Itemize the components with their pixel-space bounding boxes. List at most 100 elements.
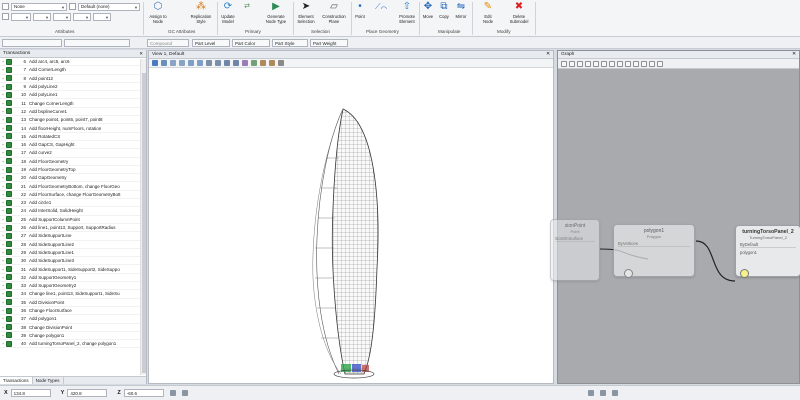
line-style-combo[interactable]: ▼ [33,12,51,21]
active-view-combo[interactable] [64,39,130,47]
transaction-row[interactable]: +10 Add polyLine1 [0,91,146,100]
settings-icon[interactable] [611,390,618,396]
assign-to-node-button[interactable]: ⬡ Assign to Node [147,1,169,24]
transaction-row[interactable]: +30 Add SideSupportLine3 [0,257,146,266]
transaction-row[interactable]: +36 Change FloorSurface [0,307,146,316]
zoom-in-icon[interactable] [170,60,176,66]
camera-icon[interactable] [251,60,257,66]
y-value-field[interactable]: 420.8 [67,389,108,397]
transaction-row[interactable]: +6 Add arc4, arc5, arc6 [0,58,146,67]
transaction-row[interactable]: +19 Add FloorGeometryTop [0,166,146,175]
small-tools-button[interactable]: ⇄ [240,1,254,14]
close-icon[interactable]: ✕ [792,52,796,57]
view-next-icon[interactable] [233,60,239,66]
checkbox[interactable] [6,282,12,289]
checkbox[interactable] [6,207,12,214]
checkbox[interactable] [6,116,12,123]
transaction-row[interactable]: +9 Add polyLine2 [0,83,146,92]
edit-node-button[interactable]: ✎ Edit Node [480,1,496,24]
view-previous-icon[interactable] [224,60,230,66]
window-area-icon[interactable] [188,60,194,66]
element-selection-button[interactable]: ➤ Element Selection [295,1,317,24]
mirror-button[interactable]: ⇋ Mirror [453,1,469,19]
line-weight-combo[interactable]: ▼ [53,12,71,21]
output-port-icon[interactable] [624,269,633,278]
transaction-row[interactable]: +8 Add point12 [0,75,146,83]
checkbox[interactable] [6,340,12,347]
copy-button[interactable]: ⧉ Copy [437,1,451,19]
pan-view-icon[interactable] [215,60,221,66]
transaction-row[interactable]: +20 Add GapGeometry [0,174,146,183]
clip-mask-icon[interactable] [269,60,275,66]
transaction-row[interactable]: +24 Add InterSolid, SolidHeight [0,207,146,216]
promote-element-button[interactable]: ⇧ Promote Element [395,1,419,24]
delete-submodel-button[interactable]: ✖ Delete Submodel [505,1,533,24]
transaction-row[interactable]: +23 Add circle1 [0,199,146,208]
checkbox[interactable] [6,266,12,273]
close-icon[interactable]: ✕ [139,51,143,57]
checkbox[interactable] [6,83,12,90]
script-icon[interactable] [657,60,663,67]
checkbox[interactable] [6,166,12,173]
transaction-row[interactable]: +11 Change CornerLength [0,99,146,108]
transaction-row[interactable]: +12 Add bsplineCurve1 [0,108,146,117]
checkbox[interactable] [6,324,12,331]
tab-node-types[interactable]: Node Types [33,377,64,384]
select-tool-icon[interactable] [561,60,567,67]
part-color-combo[interactable]: Part Color [232,39,270,47]
checkbox[interactable] [6,290,12,297]
transaction-row[interactable]: +16 Add GapCS, GapHight [0,141,146,150]
checkbox[interactable] [6,307,12,314]
checkbox[interactable] [6,332,12,339]
checkbox[interactable] [6,141,12,148]
fit-view-icon[interactable] [197,60,203,66]
checkbox[interactable] [6,133,12,140]
checkbox[interactable] [6,299,12,306]
rotate-view-icon[interactable] [206,60,212,66]
level-combo[interactable]: None ▼ [11,2,67,11]
replication-style-button[interactable]: ⁂ Replication Style [186,1,216,24]
graph-node-polygon[interactable]: polygon1 Polygon ByVertices [613,224,695,278]
transaction-row[interactable]: +27 Add SideSupportLine [0,232,146,241]
view-display-icon[interactable] [161,60,167,66]
fit-graph-icon[interactable] [577,60,583,67]
filter-icon[interactable] [641,60,647,67]
transaction-row[interactable]: +22 Add FloorSurface, change FloorGeometr… [0,191,146,200]
transaction-row[interactable]: +28 Add SideSupportLine2 [0,241,146,249]
checkbox[interactable] [6,199,12,206]
zoom-out-icon[interactable] [593,60,599,67]
zoom-in-icon[interactable] [585,60,591,67]
checkbox[interactable] [6,75,12,82]
group-icon[interactable] [617,60,623,67]
lock-icon[interactable] [169,390,176,396]
transaction-row[interactable]: +25 Add SupportColumnPoint [0,216,146,224]
transaction-row[interactable]: +18 Add FloorGeometry [0,158,146,166]
checkbox[interactable] [6,224,12,231]
checkbox[interactable] [6,315,12,322]
part-weight-combo[interactable]: Part Weight [310,39,348,47]
update-model-button[interactable]: ⟳ Update Model [219,1,237,24]
part-style-combo[interactable]: Part Style [272,39,308,47]
zoom-out-icon[interactable] [179,60,185,66]
active-model-combo[interactable] [2,39,62,47]
checkbox[interactable] [6,216,12,223]
x-value-field[interactable]: 134.8 [10,389,51,397]
checkbox[interactable] [6,274,12,281]
layout-icon[interactable] [601,60,607,67]
transaction-row[interactable]: +33 Add SupportGeometry2 [0,282,146,291]
transaction-row[interactable]: +26 Add line1, point13, Support, SupportR… [0,224,146,233]
part-level-combo[interactable]: Part Level [192,39,230,47]
tab-transactions[interactable]: Transactions [0,377,33,384]
checkbox[interactable] [6,183,12,190]
checkbox[interactable] [6,91,12,98]
checkbox[interactable] [6,158,12,165]
checkbox[interactable] [6,241,12,248]
output-port-icon[interactable] [740,269,749,278]
geometry-tools-button[interactable]: ⟋⌒ [368,1,394,14]
close-icon[interactable]: ✕ [546,52,550,57]
checkbox[interactable] [6,232,12,239]
transaction-row[interactable]: +35 Add DivisionPoint [0,299,146,307]
expand-icon[interactable] [625,60,631,67]
checkbox[interactable] [6,66,12,73]
find-node-icon[interactable] [609,60,615,67]
